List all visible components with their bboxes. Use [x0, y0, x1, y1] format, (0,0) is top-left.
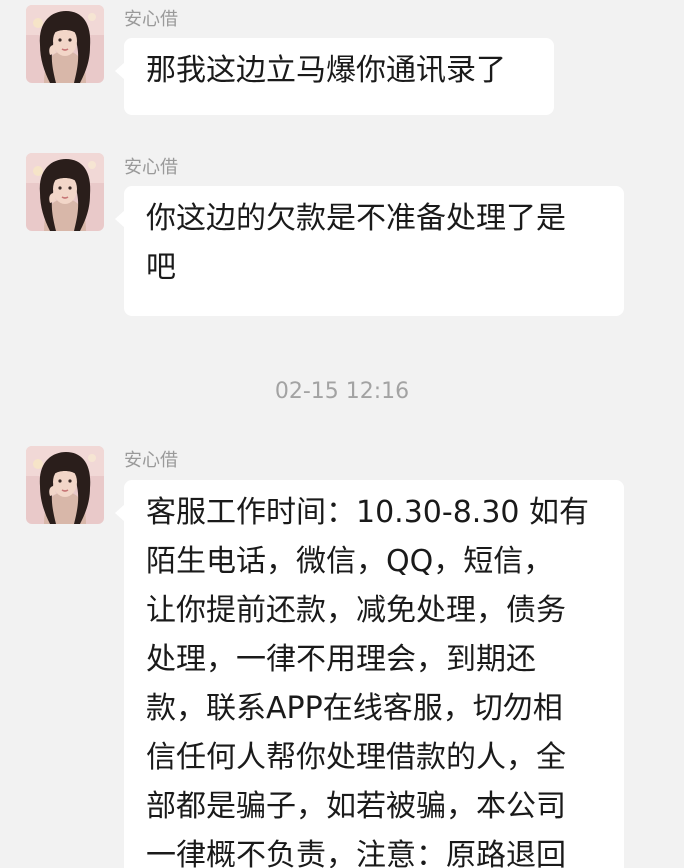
message-line: 客服工作时间：10.30-8.30 如有 [146, 495, 590, 530]
message-line: 让你提前还款，减免处理，债务 [146, 593, 566, 628]
message-bubble[interactable]: 那我这边立马爆你通讯录了 [115, 38, 554, 115]
timestamp: 02-15 12:16 [274, 379, 410, 404]
sender-name: 安心借 [124, 450, 178, 471]
message-line: 吧 [146, 250, 176, 285]
message-line: 款，联系APP在线客服，切勿相 [146, 691, 563, 726]
sender-name: 安心借 [124, 9, 178, 30]
message-bubble[interactable]: 客服工作时间：10.30-8.30 如有 陌生电话，微信，QQ，短信， 让你提前… [115, 480, 624, 868]
message-line: 那我这边立马爆你通讯录了 [146, 53, 506, 88]
sender-name: 安心借 [124, 157, 178, 178]
message-line: 信任何人帮你处理借款的人，全 [146, 740, 566, 775]
message-line: 一律概不负责，注意：原路退回 [146, 838, 566, 868]
message-bubble[interactable]: 你这边的欠款是不准备处理了是 吧 [115, 186, 624, 316]
avatar-image [26, 5, 104, 83]
message-line: 部都是骗子，如若被骗，本公司 [146, 789, 566, 824]
contact-avatar[interactable] [26, 153, 104, 231]
contact-avatar[interactable] [26, 446, 104, 524]
message-line: 处理，一律不用理会，到期还 [146, 642, 536, 677]
avatar-image [26, 446, 104, 524]
chat-window: 安心借 那我这边立马爆你通讯录了 安心借 你这边的欠款是不准备处理了是 吧 02… [0, 0, 684, 868]
contact-avatar[interactable] [26, 5, 104, 83]
avatar-image [26, 153, 104, 231]
message-line: 陌生电话，微信，QQ，短信， [146, 544, 554, 579]
message-line: 你这边的欠款是不准备处理了是 [146, 201, 566, 236]
